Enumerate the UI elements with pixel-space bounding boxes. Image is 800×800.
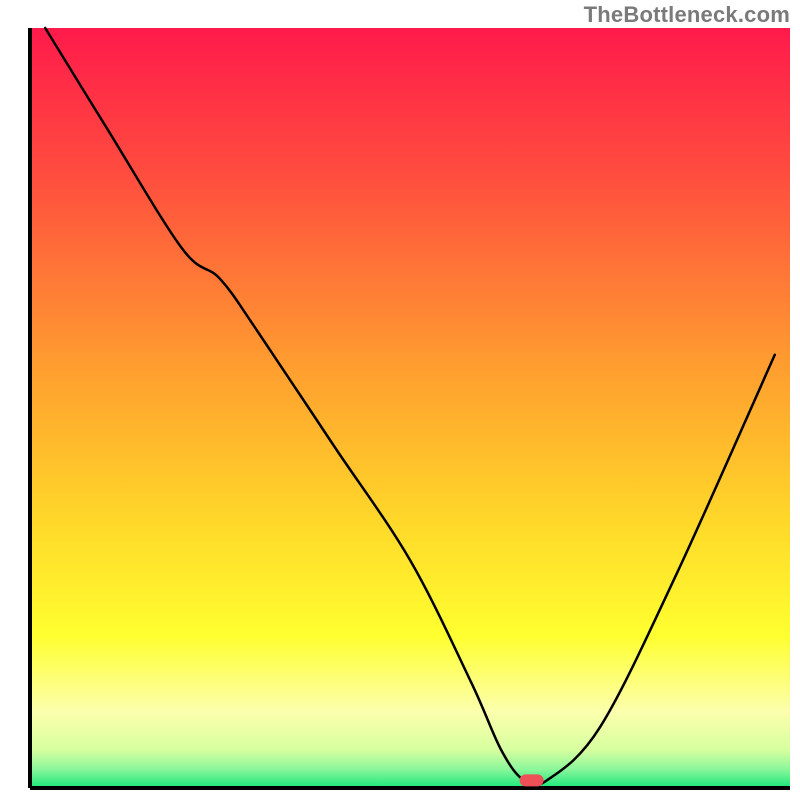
chart-container: TheBottleneck.com [0,0,800,800]
bottleneck-chart [0,0,800,800]
watermark-label: TheBottleneck.com [584,2,790,28]
plot-background [30,28,790,788]
optimum-marker [520,774,544,786]
